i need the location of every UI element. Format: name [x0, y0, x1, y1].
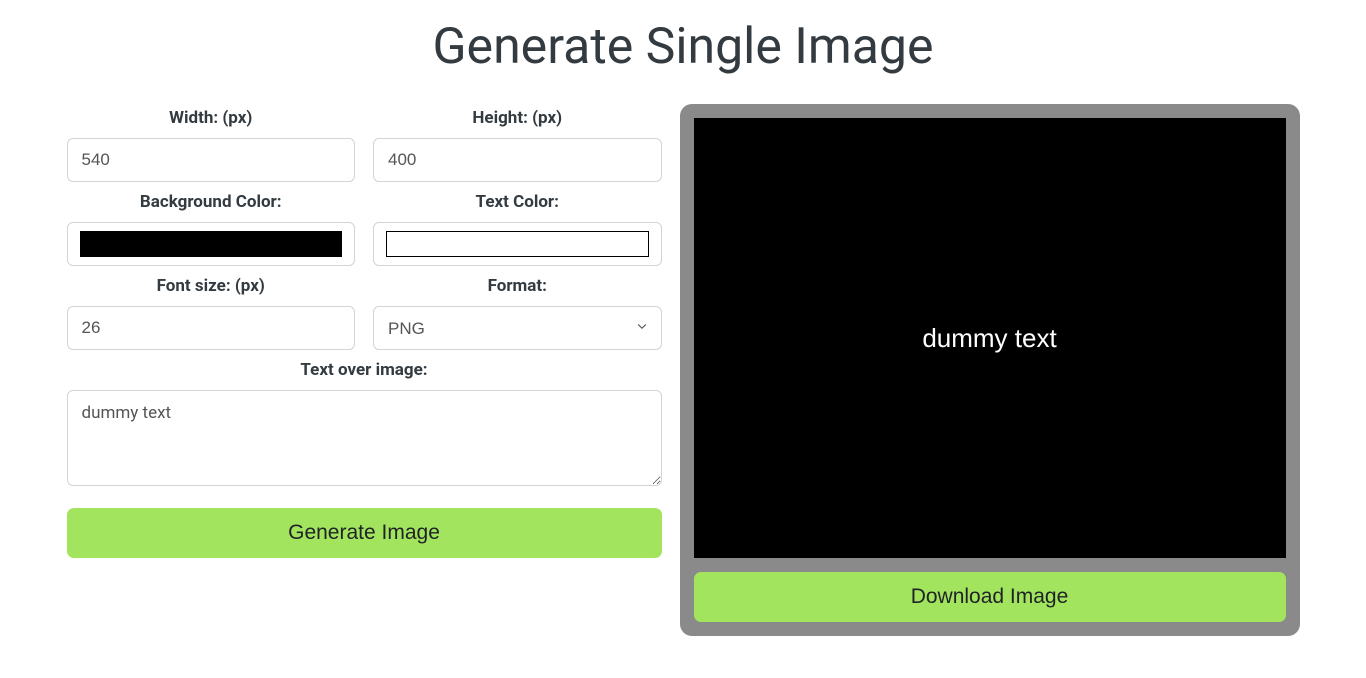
- preview-panel: dummy text Download Image: [680, 104, 1300, 636]
- form-panel: Width: (px) Height: (px) Background Colo…: [67, 104, 662, 558]
- textcolor-swatch[interactable]: [386, 231, 649, 257]
- width-label: Width: (px): [67, 108, 356, 128]
- overlay-label: Text over image:: [67, 360, 662, 380]
- overlay-textarea[interactable]: [67, 390, 662, 486]
- height-label: Height: (px): [373, 108, 662, 128]
- format-select[interactable]: PNG: [374, 307, 661, 349]
- page-title: Generate Single Image: [0, 18, 1366, 76]
- preview-text: dummy text: [922, 323, 1056, 354]
- fontsize-input[interactable]: [67, 306, 356, 350]
- textcolor-label: Text Color:: [373, 192, 662, 212]
- width-input[interactable]: [67, 138, 356, 182]
- bgcolor-label: Background Color:: [67, 192, 356, 212]
- format-label: Format:: [373, 276, 662, 296]
- generate-button[interactable]: Generate Image: [67, 508, 662, 558]
- download-button[interactable]: Download Image: [694, 572, 1286, 622]
- preview-image: dummy text: [694, 118, 1286, 558]
- bgcolor-field[interactable]: [67, 222, 356, 266]
- height-input[interactable]: [373, 138, 662, 182]
- textcolor-field[interactable]: [373, 222, 662, 266]
- fontsize-label: Font size: (px): [67, 276, 356, 296]
- bgcolor-swatch[interactable]: [80, 231, 343, 257]
